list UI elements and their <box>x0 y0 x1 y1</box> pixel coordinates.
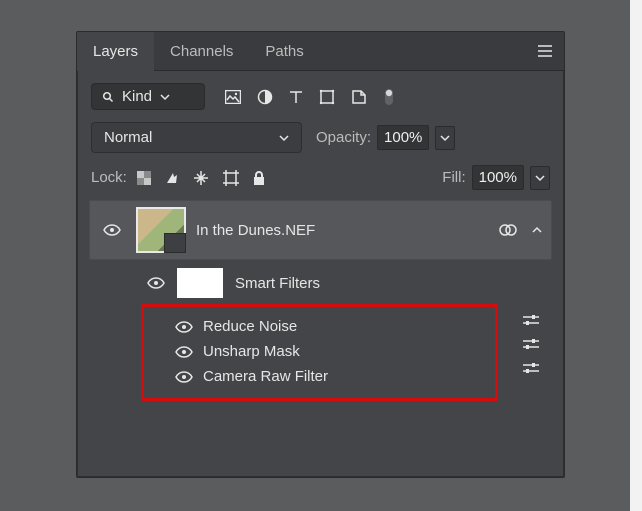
filter-type-icon[interactable] <box>289 90 303 104</box>
visibility-toggle[interactable] <box>147 277 165 289</box>
smart-filters-list: Reduce Noise Unsharp Mask Camera Raw Fil… <box>147 308 492 397</box>
filter-toggle-icon[interactable] <box>383 87 395 107</box>
collapse-toggle[interactable] <box>531 224 543 236</box>
menu-icon <box>537 45 553 57</box>
opacity-flyout-button[interactable] <box>435 126 455 150</box>
filter-pixel-icon[interactable] <box>225 90 241 104</box>
smart-filter-item[interactable]: Camera Raw Filter <box>147 364 492 389</box>
filter-blending-options-button[interactable] <box>522 314 540 326</box>
smart-object-indicator-icon <box>499 221 517 239</box>
eye-icon <box>175 346 193 358</box>
tab-layers[interactable]: Layers <box>77 32 154 70</box>
lock-all-icon[interactable] <box>253 171 265 185</box>
sliders-icon <box>522 338 540 350</box>
smart-filters-header: Smart Filters <box>89 260 552 306</box>
layers-panel: Layers Channels Paths Kind <box>76 31 565 478</box>
opacity-label: Opacity: <box>316 129 371 146</box>
filter-blending-options-button[interactable] <box>522 338 540 350</box>
fill-flyout-button[interactable] <box>530 166 550 190</box>
opacity-value-field[interactable]: 100% <box>377 125 429 150</box>
tab-channels[interactable]: Channels <box>154 32 249 70</box>
filter-adjustment-icon[interactable] <box>257 89 273 105</box>
chevron-down-icon <box>279 133 289 143</box>
tab-label: Paths <box>265 43 303 60</box>
fill-value-field[interactable]: 100% <box>472 165 524 190</box>
visibility-toggle[interactable] <box>175 346 193 358</box>
layer-filter-row: Kind <box>77 71 564 116</box>
tab-paths[interactable]: Paths <box>249 32 319 70</box>
tab-label: Layers <box>93 43 138 60</box>
lock-label: Lock: <box>91 169 127 186</box>
smart-filter-name: Unsharp Mask <box>203 343 492 360</box>
panel-menu-button[interactable] <box>526 32 564 70</box>
chevron-down-icon <box>535 173 545 183</box>
filter-kind-dropdown[interactable]: Kind <box>91 83 205 110</box>
layer-item[interactable]: In the Dunes.NEF <box>89 200 552 260</box>
fill-value: 100% <box>479 169 517 186</box>
sliders-icon <box>522 362 540 374</box>
filter-mask-thumbnail[interactable] <box>177 268 223 298</box>
visibility-toggle[interactable] <box>175 321 193 333</box>
search-icon <box>102 91 114 103</box>
sliders-icon <box>522 314 540 326</box>
layer-name-label: In the Dunes.NEF <box>196 222 489 239</box>
smart-object-badge-icon <box>164 233 186 253</box>
layer-thumbnail[interactable] <box>136 207 186 253</box>
page-edge <box>630 0 642 511</box>
eye-icon <box>175 321 193 333</box>
chevron-down-icon <box>440 133 450 143</box>
smart-filter-item[interactable]: Reduce Noise <box>147 314 492 339</box>
smart-filters-label: Smart Filters <box>235 275 320 292</box>
eye-icon <box>103 224 121 236</box>
lock-image-icon[interactable] <box>165 171 179 185</box>
fill-label: Fill: <box>442 169 465 186</box>
blend-opacity-row: Normal Opacity: 100% <box>77 116 564 159</box>
chevron-up-icon <box>531 224 543 236</box>
filter-shape-icon[interactable] <box>319 89 335 105</box>
opacity-value: 100% <box>384 129 422 146</box>
tab-label: Channels <box>170 43 233 60</box>
lock-artboard-icon[interactable] <box>223 170 239 186</box>
filter-blending-options-button[interactable] <box>522 362 540 374</box>
filter-kind-label: Kind <box>122 88 152 105</box>
visibility-toggle[interactable] <box>175 371 193 383</box>
lock-position-icon[interactable] <box>193 170 209 186</box>
eye-icon <box>175 371 193 383</box>
eye-icon <box>147 277 165 289</box>
lock-transparent-icon[interactable] <box>137 171 151 185</box>
panel-tabs: Layers Channels Paths <box>77 32 564 71</box>
filter-smartobject-icon[interactable] <box>351 89 367 105</box>
lock-fill-row: Lock: Fill: 100% <box>77 159 564 200</box>
blend-mode-dropdown[interactable]: Normal <box>91 122 302 153</box>
smart-filter-name: Camera Raw Filter <box>203 368 492 385</box>
smart-filter-item[interactable]: Unsharp Mask <box>147 339 492 364</box>
smart-filter-name: Reduce Noise <box>203 318 492 335</box>
visibility-toggle[interactable] <box>103 224 121 236</box>
blend-mode-value: Normal <box>104 129 152 146</box>
chevron-down-icon <box>160 92 170 102</box>
